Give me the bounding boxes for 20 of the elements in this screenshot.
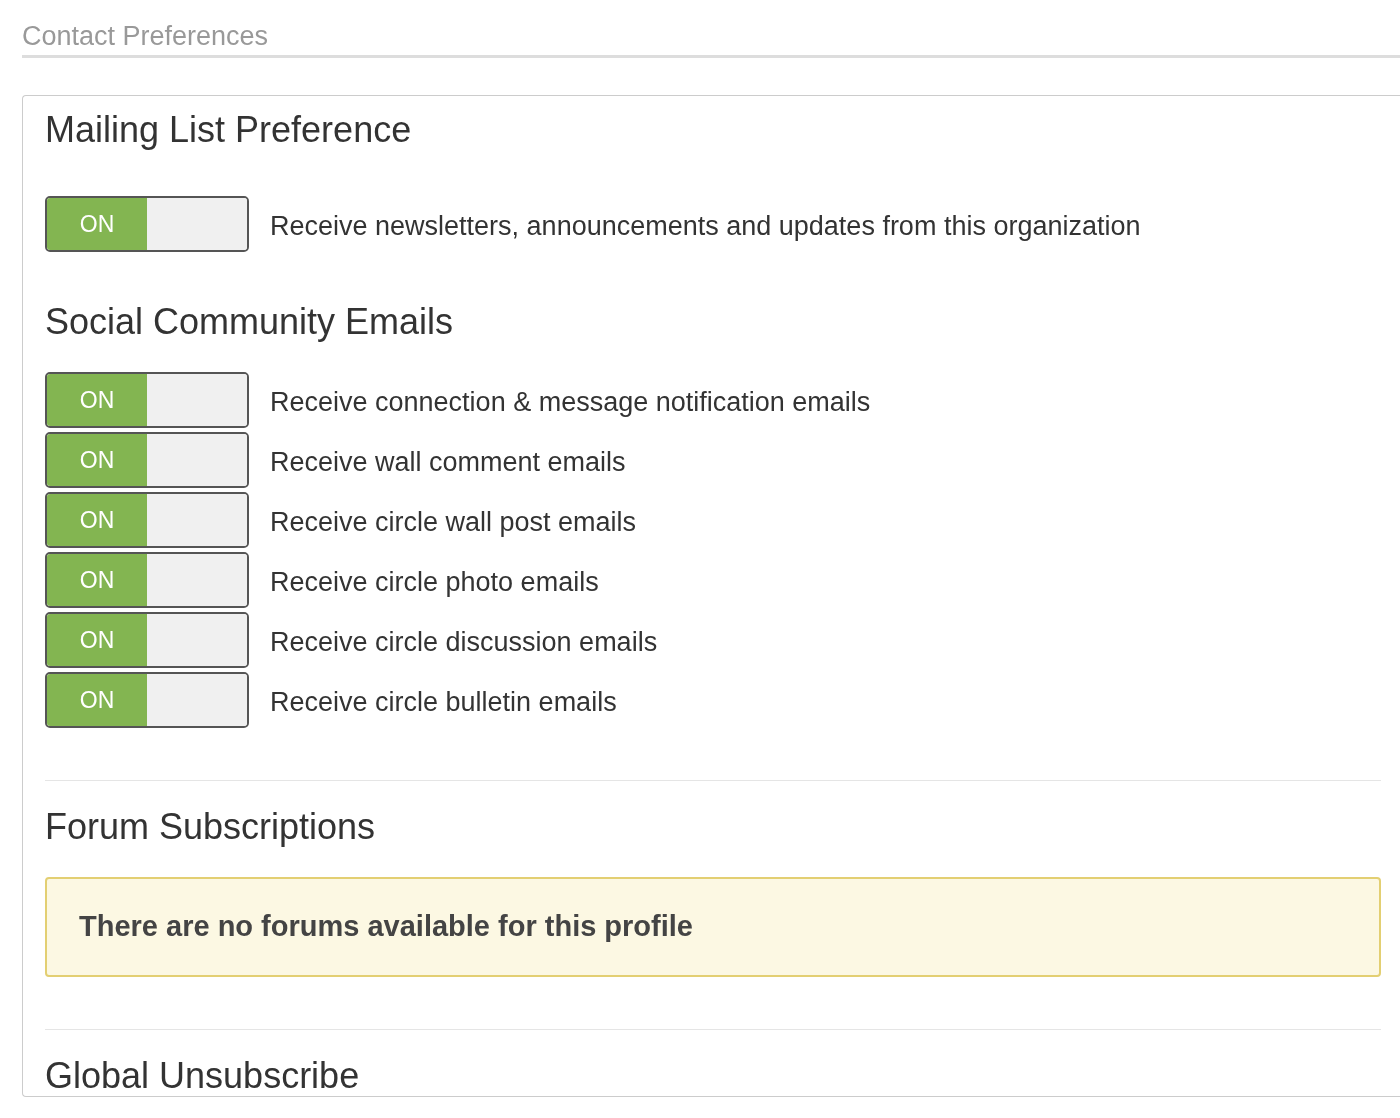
- toggle-label: Receive newsletters, announcements and updates from this organization: [270, 209, 1141, 243]
- section-heading: Mailing List Preference: [45, 110, 413, 150]
- toggle-label: Receive circle bulletin emails: [270, 685, 617, 719]
- toggle-label: Receive wall comment emails: [270, 445, 626, 479]
- section-heading: Social Community Emails: [45, 302, 455, 342]
- toggle-switch[interactable]: ON: [45, 432, 249, 488]
- toggle-label: Receive circle discussion emails: [270, 625, 658, 659]
- section-heading: Forum Subscriptions: [45, 807, 377, 847]
- toggle-switch[interactable]: ON: [45, 552, 249, 608]
- info-notice: There are no forums available for this profile: [45, 877, 1381, 977]
- toggle-label: Receive circle wall post emails: [270, 505, 637, 539]
- toggle-switch[interactable]: ON: [45, 196, 249, 252]
- page-title: Contact Preferences: [22, 18, 1400, 58]
- toggle-label: Receive connection & message notification emails: [270, 385, 871, 419]
- toggle-switch[interactable]: ON: [45, 492, 249, 548]
- toggle-label: Receive circle photo emails: [270, 565, 599, 599]
- toggle-switch[interactable]: ON: [45, 612, 249, 668]
- section-heading: Global Unsubscribe: [45, 1056, 361, 1096]
- toggle-switch[interactable]: ON: [45, 672, 249, 728]
- toggle-switch[interactable]: ON: [45, 372, 249, 428]
